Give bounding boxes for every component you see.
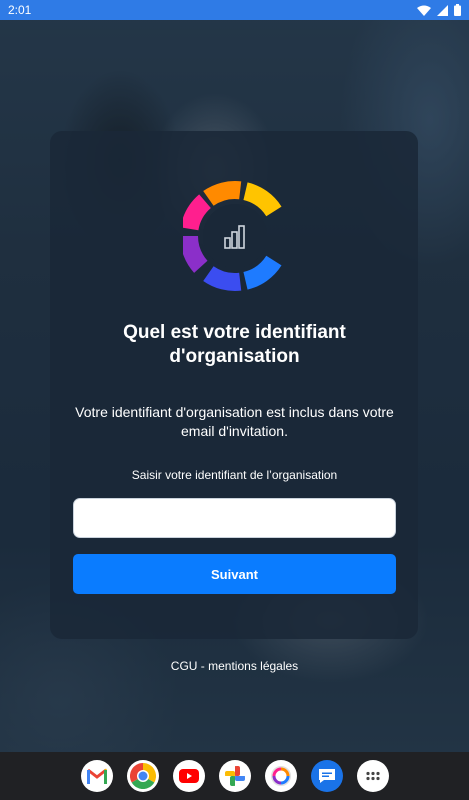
signal-icon	[437, 4, 448, 16]
app-dock	[0, 752, 469, 800]
photos-icon[interactable]	[218, 760, 251, 792]
page-subtitle-line2: email d'invitation.	[181, 423, 288, 439]
app-logo-icon	[183, 181, 282, 291]
page-subtitle: Votre identifiant d'organisation est inc…	[60, 403, 409, 441]
page-title-line1: Quel est votre identifiant	[123, 322, 346, 343]
page-title-line2: d'organisation	[169, 346, 300, 367]
chrome-icon[interactable]	[126, 760, 159, 792]
page-title: Quel est votre identifiant d'organisatio…	[60, 321, 409, 369]
page-subtitle-line1: Votre identifiant d'organisation est inc…	[75, 404, 394, 420]
status-time: 2:01	[8, 3, 32, 17]
org-id-label: Saisir votre identifiant de l’organisati…	[131, 468, 338, 482]
youtube-icon[interactable]	[172, 760, 205, 792]
messages-icon[interactable]	[310, 760, 343, 792]
next-button[interactable]: Suivant	[73, 554, 396, 594]
battery-icon	[454, 4, 461, 16]
gmail-icon[interactable]	[80, 760, 113, 792]
status-bar: 2:01	[0, 0, 469, 20]
legal-link[interactable]: CGU - mentions légales	[0, 659, 469, 673]
app-drawer-icon[interactable]	[356, 760, 389, 792]
org-id-input[interactable]	[73, 498, 396, 538]
app-icon[interactable]	[264, 760, 297, 792]
wifi-icon	[417, 5, 431, 16]
status-icons	[417, 4, 461, 16]
